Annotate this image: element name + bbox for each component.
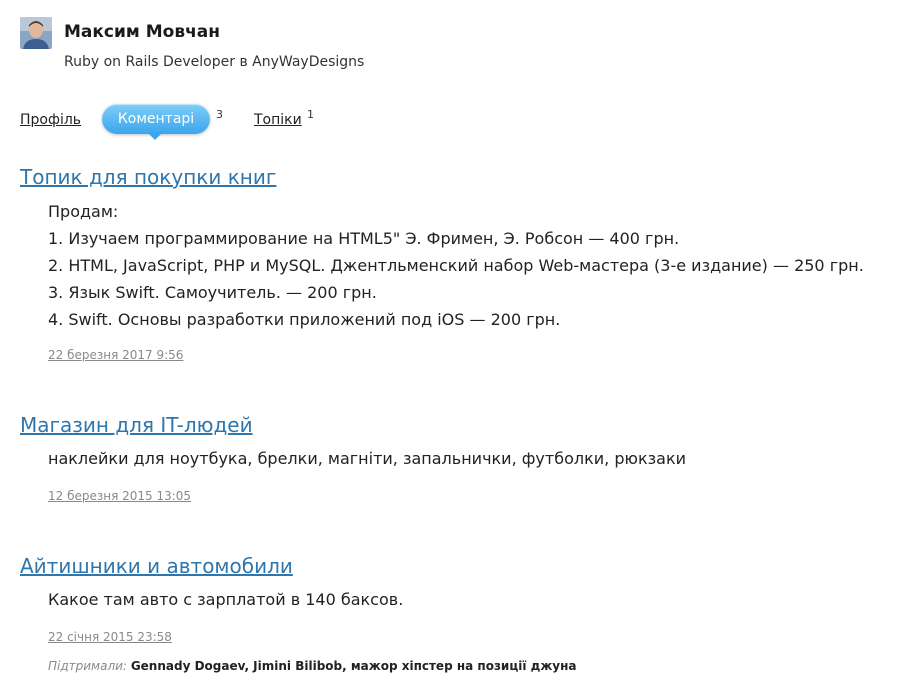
profile-tabs: Профіль Коментарі 3 Топіки 1 (20, 104, 620, 144)
tab-comments[interactable]: Коментарі (102, 104, 210, 134)
profile-comments-page: Максим Мовчан Ruby on Rails Developer в … (0, 0, 905, 699)
comment-supporters: Підтримали: Gennady Dogaev, Jimini Bilib… (48, 659, 576, 673)
comment-date[interactable]: 22 березня 2017 9:56 (48, 348, 183, 362)
avatar[interactable] (20, 17, 52, 49)
comment-date[interactable]: 12 березня 2015 13:05 (48, 489, 191, 503)
tab-active-pointer (148, 133, 162, 140)
comment-topic-title[interactable]: Магазин для IT-людей (20, 413, 253, 437)
comment-topic-title[interactable]: Айтишники и автомобили (20, 554, 293, 578)
tab-comments-count: 3 (216, 108, 223, 121)
comment-text: Какое там авто с зарплатой в 140 баксов. (48, 586, 403, 613)
user-name[interactable]: Максим Мовчан (64, 22, 220, 42)
user-role: Ruby on Rails Developer в AnyWayDesigns (64, 54, 365, 70)
comment-date[interactable]: 22 січня 2015 23:58 (48, 630, 172, 644)
comment-text: Продам: 1. Изучаем программирование на H… (48, 198, 864, 333)
avatar-image (20, 17, 52, 49)
comment-topic-title[interactable]: Топик для покупки книг (20, 165, 276, 189)
tab-topics[interactable]: Топіки (254, 112, 302, 128)
comment-line: 3. Язык Swift. Самоучитель. — 200 грн. (48, 283, 377, 302)
tab-profile[interactable]: Профіль (20, 112, 81, 128)
comment-line: 1. Изучаем программирование на HTML5" Э.… (48, 229, 680, 248)
comment-line: наклейки для ноутбука, брелки, магніти, … (48, 449, 686, 468)
comment-line: 4. Swift. Основы разработки приложений п… (48, 310, 561, 329)
comment-text: наклейки для ноутбука, брелки, магніти, … (48, 445, 686, 472)
comment-line: Продам: (48, 202, 119, 221)
comment-line: Какое там авто с зарплатой в 140 баксов. (48, 590, 404, 609)
comment-line: 2. HTML, JavaScript, PHP и MySQL. Джентл… (48, 256, 864, 275)
tab-topics-count: 1 (307, 108, 314, 121)
supporters-names[interactable]: Gennady Dogaev, Jimini Bilibob, мажор хі… (131, 659, 577, 673)
supporters-label: Підтримали: (48, 659, 127, 673)
